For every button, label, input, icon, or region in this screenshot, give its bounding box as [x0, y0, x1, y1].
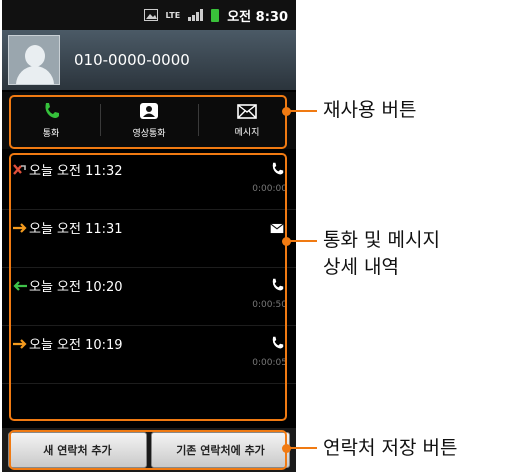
battery-icon — [211, 8, 220, 22]
status-bar: LTE 오전 8:30 — [2, 0, 296, 30]
save-highlight-frame — [9, 430, 287, 470]
reuse-callout-line — [287, 110, 317, 112]
signal-strength-icon — [188, 9, 204, 21]
avatar[interactable] — [8, 35, 60, 85]
history-highlight-frame — [9, 153, 287, 421]
save-callout-label: 연락처 저장 버튼 — [323, 437, 458, 459]
history-callout-label-line2: 상세 내역 — [323, 256, 399, 278]
gallery-notification-icon — [143, 9, 158, 21]
history-callout-label-line1: 통화 및 메시지 — [323, 229, 440, 251]
lte-icon: LTE — [165, 10, 181, 20]
reuse-highlight-frame — [9, 95, 287, 149]
contact-header: 010-0000-0000 — [2, 30, 296, 90]
history-callout-line — [287, 240, 317, 242]
contact-number: 010-0000-0000 — [74, 51, 190, 69]
status-time: 오전 8:30 — [227, 9, 288, 25]
save-callout-line — [287, 447, 317, 449]
reuse-callout-label: 재사용 버튼 — [323, 99, 417, 121]
